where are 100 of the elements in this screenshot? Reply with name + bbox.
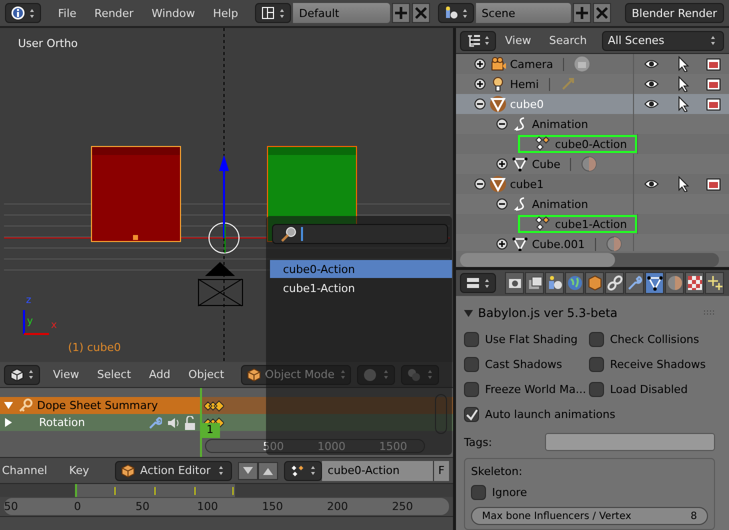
mesh-triangle-icon	[512, 156, 528, 172]
action-name-field[interactable]: cube0-Action	[322, 460, 433, 480]
outliner-row[interactable]: Animation	[456, 114, 729, 134]
material-sphere-icon	[666, 275, 682, 291]
menu-item[interactable]: Select	[88, 364, 140, 384]
checkbox-label: Auto launch animations	[485, 408, 616, 421]
checkbox[interactable]	[464, 382, 479, 397]
checkbox[interactable]	[589, 382, 604, 397]
channel-row[interactable]: Dope Sheet Summary	[0, 397, 200, 414]
menu-item[interactable]: View	[44, 364, 88, 384]
delete-button[interactable]	[412, 3, 430, 23]
channel-row[interactable]: Rotation	[0, 414, 200, 431]
editor-mode-dropdown[interactable]: Action Editor	[115, 460, 232, 480]
render-engine-dropdown[interactable]: Blender Render	[624, 3, 724, 23]
menu-item[interactable]: Add	[140, 364, 180, 384]
checkbox[interactable]	[589, 357, 604, 372]
current-frame-indicator: 1	[200, 423, 220, 438]
search-field[interactable]	[272, 224, 448, 244]
properties-tab[interactable]	[685, 272, 704, 294]
fake-user-button[interactable]: F	[432, 460, 449, 480]
check-icon	[466, 408, 478, 420]
menu-item[interactable]: Key	[69, 460, 98, 480]
menu-item[interactable]: File	[49, 3, 86, 23]
channel-name: Rotation	[39, 416, 86, 429]
material-sphere-icon	[581, 156, 598, 172]
outliner-item-name: Cube.001	[532, 238, 585, 250]
info-editor-button[interactable]	[5, 3, 41, 23]
properties-tab[interactable]	[625, 272, 644, 294]
properties-tab[interactable]	[565, 272, 584, 294]
section-label: Skeleton:	[471, 465, 524, 478]
checkbox[interactable]	[464, 357, 479, 372]
cube-icon	[10, 368, 24, 382]
active-object-label: (1) cube0	[68, 341, 121, 354]
checkbox[interactable]	[471, 485, 486, 500]
scene-button[interactable]	[438, 3, 474, 23]
camera-data-icon	[574, 56, 590, 72]
mesh-triangle-icon	[490, 176, 506, 192]
delete-button[interactable]	[592, 3, 611, 23]
screen-layout-button[interactable]	[255, 3, 292, 23]
action-browse-button[interactable]	[284, 460, 322, 480]
frame-number: 100	[196, 500, 219, 513]
properties-tab[interactable]	[525, 272, 544, 294]
plus-icon	[392, 5, 409, 21]
checkbox[interactable]	[464, 332, 479, 347]
menu-item[interactable]: Help	[204, 3, 248, 23]
menu-item[interactable]: Render	[85, 3, 143, 23]
mesh-triangle-icon	[512, 236, 528, 251]
layout-name-field[interactable]: Default	[293, 3, 390, 23]
field-label: Tags:	[464, 436, 492, 448]
checkbox-label: Use Flat Shading	[485, 333, 578, 346]
checkbox-label: Cast Shadows	[485, 358, 562, 371]
cursor-arrow-icon	[676, 176, 688, 192]
number-field[interactable]: Max bone Influencers / Vertex 8	[471, 507, 708, 525]
display-mode-dropdown[interactable]: All Scenes	[602, 30, 724, 50]
outliner-row[interactable]: Hemi	[456, 74, 729, 94]
menu-item[interactable]: View	[496, 30, 540, 50]
wrench-icon	[148, 416, 162, 430]
checkbox[interactable]	[589, 332, 604, 347]
frame-number: 0	[73, 500, 82, 513]
camera-drawing	[198, 262, 243, 306]
menu-item[interactable]: Window	[142, 3, 204, 23]
up-down-arrows-icon	[26, 369, 36, 380]
properties-tab[interactable]	[505, 272, 524, 294]
add-button[interactable]	[572, 3, 591, 23]
tags-field[interactable]	[545, 433, 715, 451]
properties-tab[interactable]	[545, 272, 564, 294]
menu-item[interactable]: Channel	[2, 460, 56, 480]
camera-icon	[706, 57, 720, 71]
up-button[interactable]	[258, 462, 278, 480]
down-button[interactable]	[238, 462, 258, 480]
add-button[interactable]	[392, 3, 410, 23]
outliner-row[interactable]: Animation	[456, 194, 729, 214]
frame-number: 50	[134, 500, 150, 513]
chain-link-icon	[606, 275, 622, 291]
menu-item[interactable]: Object	[179, 364, 234, 384]
properties-tab[interactable]	[645, 272, 664, 294]
mode-dropdown[interactable]: Object Mode	[241, 364, 352, 384]
menu-item[interactable]: Search	[540, 30, 596, 50]
wrench-icon	[626, 275, 642, 291]
outliner-row[interactable]: Cube	[456, 154, 729, 174]
outliner-row[interactable]: Cube.001	[456, 234, 729, 251]
properties-icon	[466, 276, 480, 290]
keyframes-icon	[290, 464, 306, 478]
scene-name-field[interactable]: Scene	[476, 3, 571, 23]
properties-tab[interactable]	[605, 272, 624, 294]
outliner-item-name: cube1	[510, 178, 544, 190]
search-result-item[interactable]: cube1-Action	[270, 279, 452, 297]
properties-editor-button[interactable]	[460, 273, 496, 293]
lamp-data-icon	[560, 76, 576, 92]
cube-icon	[586, 275, 602, 291]
checkbox[interactable]	[464, 407, 479, 422]
light-bulb-icon	[490, 76, 506, 92]
cursor-arrow-icon	[676, 56, 688, 72]
3d-view-editor-button[interactable]	[4, 364, 40, 384]
outliner-editor-button[interactable]	[460, 30, 496, 50]
properties-tab[interactable]	[705, 272, 724, 294]
outliner-row[interactable]: cube0	[456, 94, 729, 114]
camera-icon	[490, 56, 506, 72]
camera-icon	[706, 177, 720, 191]
search-result-item[interactable]: cube0-Action	[270, 260, 452, 278]
